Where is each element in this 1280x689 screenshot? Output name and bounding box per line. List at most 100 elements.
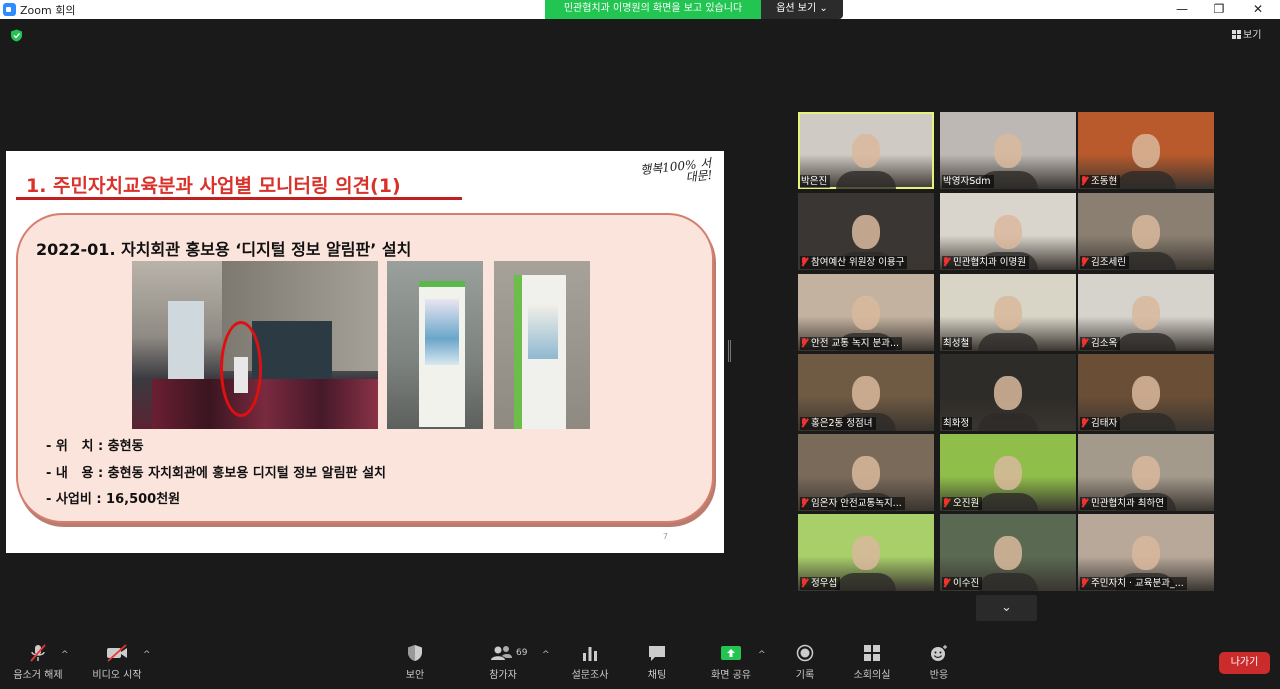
view-options-button[interactable]: 옵션 보기 ⌄	[761, 0, 843, 19]
participants-count: 69	[516, 648, 528, 658]
breakout-rooms-label: 소회의실	[853, 670, 891, 681]
participant-tile[interactable]: 최성철	[940, 274, 1076, 351]
share-screen-label: 화면 공유	[711, 670, 751, 681]
smiley-icon	[931, 645, 947, 661]
participant-tile[interactable]: 조동현	[1078, 112, 1214, 189]
participant-name: 김조세린	[1080, 256, 1129, 269]
participant-tile[interactable]: 참여예산 위원장 이용구	[798, 193, 934, 270]
slide-logo: 행복100% 서대문!	[639, 155, 714, 185]
participant-name-text: 홍은2동 정점녀	[811, 418, 873, 429]
participant-name-text: 김태자	[1091, 418, 1118, 429]
participant-tile[interactable]: 김조세린	[1078, 193, 1214, 270]
minimize-button[interactable]: —	[1162, 0, 1202, 19]
reactions-button[interactable]: 반응	[920, 644, 958, 681]
participants-icon	[491, 646, 512, 660]
zoom-app-icon	[3, 3, 16, 16]
zoom-window: Zoom 회의 민관협치과 이명원의 화면을 보고 있습니다 옵션 보기 ⌄ —…	[0, 0, 1280, 689]
participant-name: 정우섭	[800, 577, 841, 590]
unmute-label: 음소거 해제	[13, 670, 63, 681]
shared-screen-slide: 1. 주민자치교육분과 사업별 모니터링 의견(1) 행복100% 서대문! 2…	[6, 151, 724, 553]
participant-tile[interactable]: 임온자 안전교통녹지...	[798, 434, 934, 511]
participant-tile[interactable]: 이수진	[940, 514, 1076, 591]
participant-name-text: 최화정	[943, 418, 970, 429]
participant-name-text: 정우섭	[811, 578, 838, 589]
unmute-button[interactable]: 음소거 해제	[10, 644, 66, 681]
participant-video	[1132, 214, 1160, 249]
participant-video	[1132, 375, 1160, 410]
participant-video	[852, 214, 880, 249]
breakout-rooms-button[interactable]: 소회의실	[848, 644, 896, 681]
participant-name-text: 오진원	[953, 498, 980, 509]
gallery-scroll-down-button[interactable]: ⌄	[976, 595, 1037, 621]
participant-tile[interactable]: 박은진	[798, 112, 934, 189]
participant-name: 김태자	[1080, 417, 1121, 430]
participant-tile[interactable]: 홍은2동 정점녀	[798, 354, 934, 431]
participant-tile[interactable]: 안전 교통 녹지 분과...	[798, 274, 934, 351]
participants-options-caret[interactable]: ^	[542, 650, 550, 660]
screen-share-banner: 민관협치과 이명원의 화면을 보고 있습니다	[545, 0, 761, 19]
participant-name: 민관협치과 이명원	[942, 256, 1029, 269]
participant-name-text: 임온자 안전교통녹지...	[811, 498, 902, 509]
participant-tile[interactable]: 최화정	[940, 354, 1076, 431]
video-options-caret[interactable]: ^	[143, 650, 151, 660]
participant-tile[interactable]: 오진원	[940, 434, 1076, 511]
muted-mic-icon	[943, 257, 950, 266]
close-button[interactable]: ✕	[1238, 0, 1278, 19]
participant-name: 홍은2동 정점녀	[800, 417, 876, 430]
participant-tile[interactable]: 김소옥	[1078, 274, 1214, 351]
start-video-label: 비디오 시작	[92, 670, 142, 681]
audio-options-caret[interactable]: ^	[61, 650, 69, 660]
share-options-caret[interactable]: ^	[758, 650, 766, 660]
participant-tile[interactable]: 김태자	[1078, 354, 1214, 431]
participant-gallery: 박은진 박영자Sdm 조동현참여예산 위원장 이용구 민관협치과 이명원 김조세린안전 …	[798, 112, 1216, 592]
share-screen-button[interactable]: 화면 공유	[705, 644, 757, 681]
participant-tile[interactable]: 박영자Sdm	[940, 112, 1076, 189]
participant-body	[836, 171, 896, 189]
record-button[interactable]: 기록	[786, 644, 824, 681]
security-button[interactable]: 보안	[396, 644, 434, 681]
participant-video	[994, 214, 1022, 249]
participant-name-text: 안전 교통 녹지 분과...	[811, 338, 900, 349]
participant-name-text: 참여예산 위원장 이용구	[811, 257, 905, 268]
title-bar: Zoom 회의 민관협치과 이명원의 화면을 보고 있습니다 옵션 보기 ⌄ —…	[0, 0, 1280, 19]
participant-tile[interactable]: 민관협치과 최하연	[1078, 434, 1214, 511]
muted-mic-icon	[1081, 338, 1088, 347]
grid-icon	[1232, 30, 1241, 39]
reactions-label: 반응	[929, 670, 949, 681]
window-title: Zoom 회의	[20, 4, 76, 17]
participant-body	[978, 493, 1038, 511]
muted-mic-icon	[943, 578, 950, 587]
participant-name: 이수진	[942, 577, 983, 590]
chat-button[interactable]: 채팅	[638, 644, 676, 681]
muted-mic-icon	[801, 418, 808, 427]
slide-heading: 2022-01. 자치회관 홍보용 ‘디지털 정보 알림판’ 설치	[36, 240, 412, 259]
participant-name-text: 민관협치과 이명원	[953, 257, 1026, 268]
polls-button[interactable]: 설문조사	[566, 644, 614, 681]
participant-video	[1132, 535, 1160, 570]
chat-bubble-icon	[649, 646, 665, 661]
participant-name: 최화정	[942, 417, 973, 430]
poll-chart-icon	[583, 647, 597, 661]
participant-name: 오진원	[942, 497, 983, 510]
participant-video	[1132, 295, 1160, 330]
participant-video	[1132, 133, 1160, 168]
muted-mic-icon	[1081, 176, 1088, 185]
slide-title: 1. 주민자치교육분과 사업별 모니터링 의견(1)	[26, 175, 401, 197]
start-video-button[interactable]: 비디오 시작	[88, 644, 146, 681]
participant-tile[interactable]: 민관협치과 이명원	[940, 193, 1076, 270]
muted-mic-icon	[1081, 578, 1088, 587]
panel-resize-handle[interactable]	[728, 340, 731, 362]
maximize-button[interactable]: ❐	[1199, 0, 1239, 19]
participant-name: 최성철	[942, 337, 973, 350]
participant-tile[interactable]: 정우섭	[798, 514, 934, 591]
participant-name: 민관협치과 최하연	[1080, 497, 1167, 510]
gallery-view-button[interactable]: 보기	[1232, 26, 1276, 42]
muted-mic-icon	[801, 338, 808, 347]
participant-tile[interactable]: 주민자치 · 교육분과_...	[1078, 514, 1214, 591]
view-button-label: 보기	[1243, 30, 1262, 41]
leave-meeting-button[interactable]: 나가기	[1219, 652, 1270, 674]
breakout-rooms-icon	[864, 645, 880, 661]
title-underline	[16, 197, 462, 200]
encryption-shield-icon[interactable]	[10, 29, 23, 42]
participant-name: 주민자치 · 교육분과_...	[1080, 577, 1187, 590]
